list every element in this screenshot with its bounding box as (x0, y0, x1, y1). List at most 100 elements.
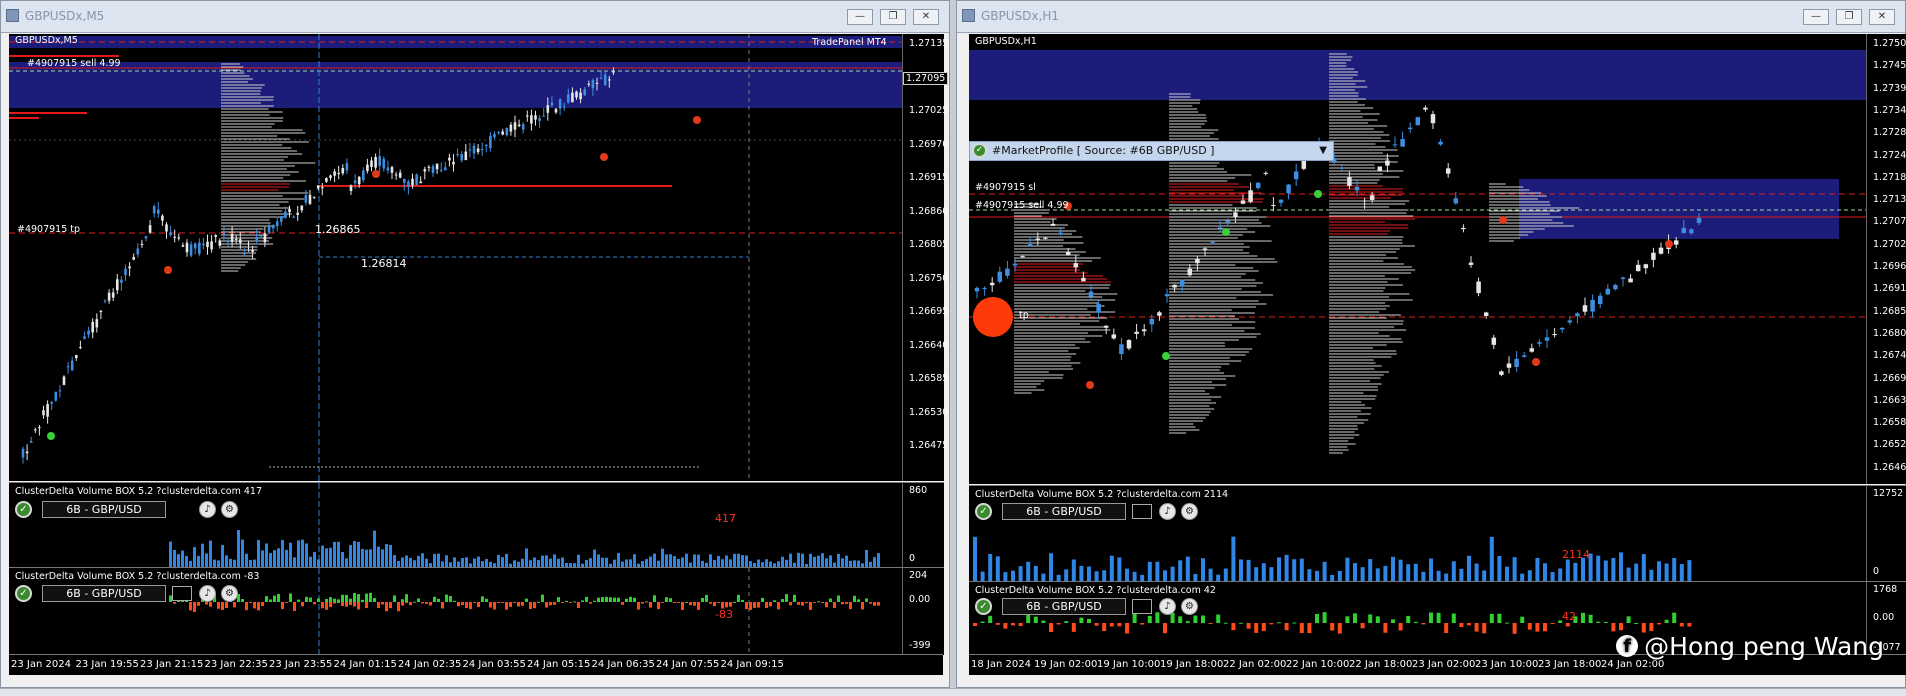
candle (280, 216, 283, 222)
delta-bar (1383, 623, 1388, 633)
sound-icon[interactable]: ♪ (1159, 598, 1176, 615)
sound-icon[interactable]: ♪ (1159, 503, 1176, 520)
left-price-chart[interactable]: GBPUSDx,M5 #4907915 sell 4.99 #4907915 t… (9, 34, 902, 481)
volume-bar (617, 553, 620, 567)
mini-chart-icon[interactable] (172, 586, 192, 601)
symbol-selector[interactable]: 6B - GBP/USD (42, 501, 166, 518)
left-chart-window[interactable]: GBPUSDx,M5 — ❐ ✕ GBPUSDx,M5 #4907915 sel… (0, 0, 950, 688)
settings-icon[interactable]: ⚙ (221, 585, 238, 602)
right-titlebar[interactable]: GBPUSDx,H1 — ❐ ✕ (957, 1, 1905, 33)
candle (1347, 177, 1352, 186)
candle (517, 124, 521, 127)
symbol-selector[interactable]: 6B - GBP/USD (42, 585, 166, 602)
delta-bar (1087, 618, 1091, 623)
settings-icon[interactable]: ⚙ (1181, 503, 1198, 520)
delta-bar (1246, 623, 1251, 629)
candle (1613, 284, 1618, 290)
candle (263, 233, 267, 243)
candle (521, 124, 525, 130)
right-price-tick-5: 1.27240 (1873, 149, 1906, 161)
volume-bar (405, 555, 408, 567)
delta-bar (829, 598, 832, 602)
mini-chart-icon[interactable] (1132, 599, 1152, 614)
sound-icon[interactable]: ♪ (199, 501, 216, 518)
market-profile-panel[interactable]: ✓ #MarketProfile [ Source: #6B GBP/USD ]… (969, 141, 1334, 161)
delta-bar (733, 601, 736, 603)
volume-bar (837, 553, 840, 567)
volume-bar (665, 554, 668, 567)
minimize-button[interactable]: — (847, 9, 873, 25)
indicator2-title: ClusterDelta Volume BOX 5.2 ?clusterdelt… (15, 571, 260, 582)
candle (567, 94, 570, 103)
right-price-tick-2: 1.27395 (1873, 82, 1906, 94)
left-price-tick-9: 1.26640 (909, 339, 949, 351)
candle (374, 156, 377, 168)
volume-bar (545, 555, 548, 567)
candle (366, 164, 369, 171)
close-button[interactable]: ✕ (913, 9, 939, 25)
delta-bar (605, 596, 608, 602)
restore-button[interactable]: ❐ (1836, 9, 1862, 25)
check-icon[interactable]: ✓ (972, 143, 987, 158)
volume-bar (813, 556, 816, 567)
volume-bar (1132, 571, 1137, 581)
settings-icon[interactable]: ⚙ (221, 501, 238, 518)
right-chart-window[interactable]: GBPUSDx,H1 — ❐ ✕ GBPUSDx,H1 #4907915 sl (956, 0, 1906, 688)
candle (29, 441, 33, 443)
delta-bar (1657, 623, 1661, 625)
right-price-chart[interactable]: GBPUSDx,H1 #4907915 sl #4907915 sell 4.9… (969, 34, 1866, 484)
check-icon[interactable]: ✓ (15, 501, 32, 518)
left-price-tick-5: 1.26860 (909, 205, 949, 217)
delta-bar (345, 602, 348, 607)
delta-bar (521, 602, 524, 606)
delta-bar (1436, 612, 1441, 623)
candle (1141, 329, 1147, 332)
check-icon[interactable]: ✓ (15, 585, 32, 602)
settings-icon[interactable]: ⚙ (1181, 598, 1198, 615)
delta-bar (489, 602, 492, 608)
candle (562, 106, 566, 108)
left-delta-indicator[interactable]: ClusterDelta Volume BOX 5.2 ?clusterdelt… (9, 567, 902, 655)
time-tick-5: 22 Jan 10:00 (1286, 659, 1350, 670)
candle (587, 83, 591, 85)
candle (1050, 223, 1056, 226)
delta-bar (329, 602, 332, 608)
restore-button[interactable]: ❐ (880, 9, 906, 25)
sound-icon[interactable]: ♪ (199, 585, 216, 602)
tradepanel-label[interactable]: TradePanel MT4 (812, 37, 887, 48)
candle (550, 102, 554, 106)
delta-bar (413, 601, 416, 603)
symbol-selector[interactable]: 6B - GBP/USD (1002, 503, 1126, 520)
delta-bar (565, 600, 568, 602)
delta-bar (469, 602, 472, 610)
left-price-tick-2: 1.27025 (909, 105, 949, 116)
close-button[interactable]: ✕ (1869, 9, 1895, 25)
chevron-down-icon[interactable]: ▼ (1319, 142, 1327, 160)
candle (251, 249, 254, 252)
delta-bar (525, 598, 528, 602)
volume-bar (1406, 564, 1411, 581)
ind2-axis-max: 204 (909, 570, 928, 581)
candle (66, 366, 70, 368)
delta-bar (1375, 616, 1380, 623)
mini-chart-icon[interactable] (1132, 504, 1152, 519)
delta-bar (697, 602, 700, 610)
volume-bar (277, 548, 280, 567)
left-volume-indicator[interactable]: ClusterDelta Volume BOX 5.2 ?clusterdelt… (9, 482, 902, 567)
volume-bar (1444, 573, 1449, 581)
symbol-selector[interactable]: 6B - GBP/USD (1002, 598, 1126, 615)
right-volume-indicator[interactable]: ClusterDelta Volume BOX 5.2 ?clusterdelt… (969, 485, 1866, 581)
candle (415, 174, 418, 185)
delta-bar (317, 598, 320, 602)
volume-bar (653, 553, 656, 567)
volume-bar (265, 543, 268, 567)
candle (1438, 141, 1443, 145)
left-titlebar[interactable]: GBPUSDx,M5 — ❐ ✕ (1, 1, 949, 33)
candle (1362, 200, 1367, 202)
check-icon[interactable]: ✓ (975, 598, 992, 615)
minimize-button[interactable]: — (1803, 9, 1829, 25)
candle (974, 287, 980, 292)
volume-bar (1353, 563, 1357, 581)
check-icon[interactable]: ✓ (975, 503, 992, 520)
delta-bar (617, 597, 620, 602)
